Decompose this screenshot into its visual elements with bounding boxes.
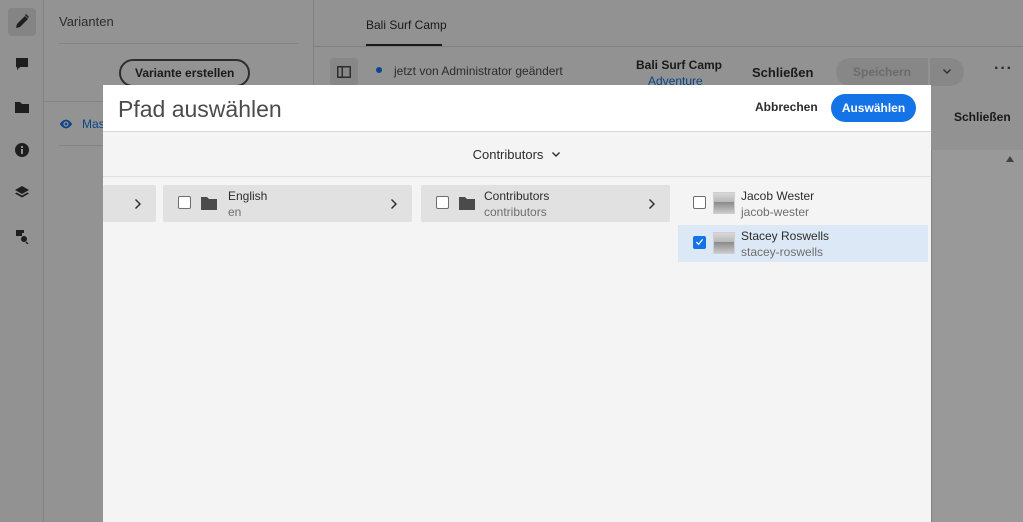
checkmark-icon [695, 238, 704, 246]
thumbnail-image [713, 192, 735, 214]
cancel-button[interactable]: Abbrechen [755, 100, 818, 114]
column-item-contributors[interactable]: Contributors contributors [421, 185, 670, 222]
list-item-stacey-roswells[interactable]: Stacey Roswells stacey-roswells [678, 225, 928, 262]
column-item-english[interactable]: English en [163, 185, 412, 222]
chevron-right-icon [390, 197, 400, 209]
breadcrumb-label: Contributors [472, 147, 544, 162]
chevron-right-icon [134, 197, 144, 209]
chevron-right-icon [648, 197, 658, 209]
folder-icon [459, 196, 475, 210]
item-subtitle: jacob-wester [741, 205, 810, 219]
chevron-down-icon [552, 151, 561, 157]
item-subtitle: en [228, 205, 242, 219]
item-subtitle: contributors [484, 205, 547, 219]
dialog-title: Pfad auswählen [118, 96, 282, 122]
item-subtitle: stacey-roswells [741, 245, 824, 259]
dialog-header: Pfad auswählen Abbrechen Auswählen [103, 85, 931, 132]
item-title: Jacob Wester [741, 189, 815, 203]
list-item-jacob-wester[interactable]: Jacob Wester jacob-wester [678, 185, 928, 222]
item-title: English [228, 189, 268, 203]
folder-icon [201, 196, 217, 210]
item-title: Contributors [484, 189, 550, 203]
checkbox-contributors[interactable] [436, 196, 449, 209]
breadcrumb[interactable]: Contributors [103, 133, 931, 177]
checkbox-stacey-roswells[interactable] [693, 236, 706, 249]
column-item-root[interactable] [103, 185, 156, 222]
select-path-dialog: Pfad auswählen Abbrechen Auswählen Contr… [103, 85, 931, 522]
thumbnail-image [713, 232, 735, 254]
checkbox-jacob-wester[interactable] [693, 196, 706, 209]
checkbox-english[interactable] [178, 196, 191, 209]
select-button[interactable]: Auswählen [831, 94, 916, 122]
item-title: Stacey Roswells [741, 229, 830, 243]
